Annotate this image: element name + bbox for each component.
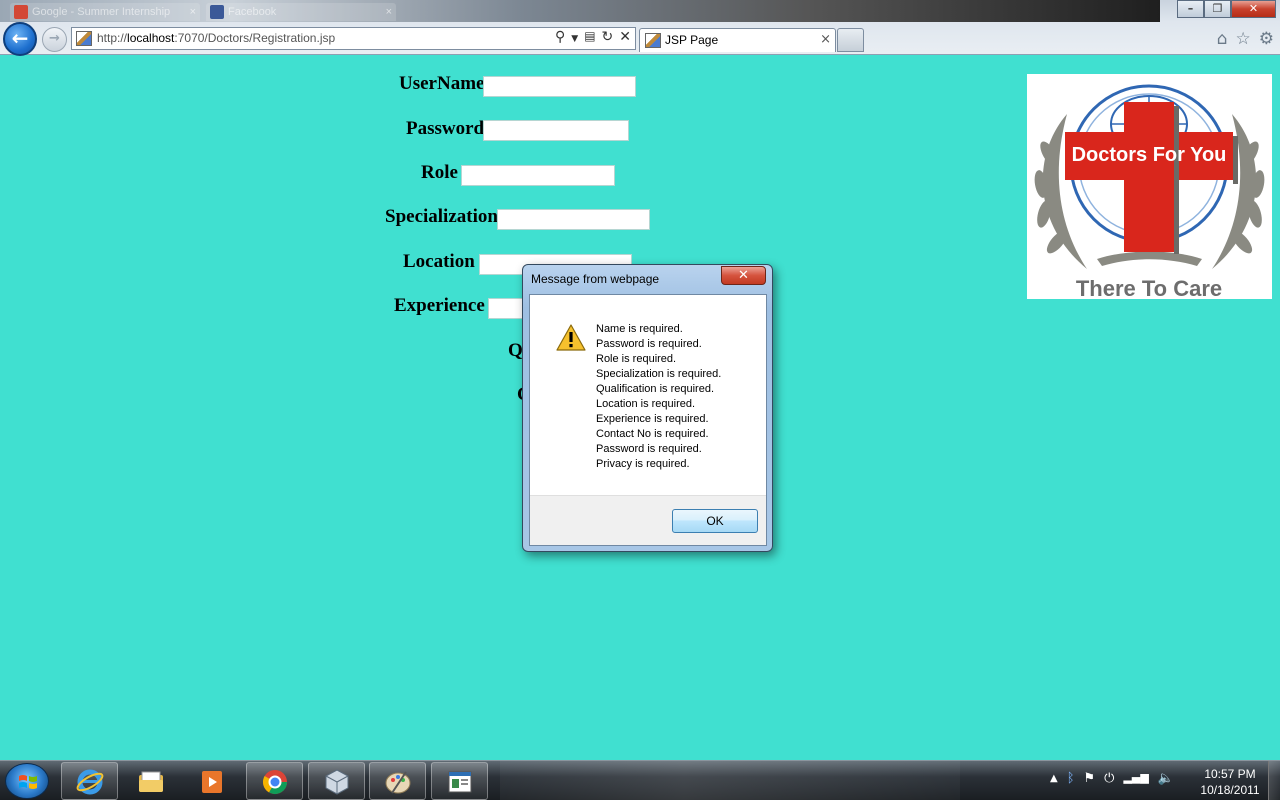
specialization-label: Specialization bbox=[385, 206, 498, 227]
clock[interactable]: 10:57 PM 10/18/2011 bbox=[1195, 766, 1265, 798]
qualification-label-partial: Q bbox=[508, 340, 523, 361]
maximize-button[interactable]: ❐ bbox=[1204, 0, 1231, 18]
background-tab-facebook[interactable]: Facebook × bbox=[206, 3, 396, 21]
volume-icon[interactable]: 🔈 bbox=[1158, 771, 1174, 787]
taskbar-paint[interactable] bbox=[369, 762, 426, 800]
taskbar-document-viewer[interactable] bbox=[431, 762, 488, 800]
close-icon[interactable]: × bbox=[386, 3, 392, 21]
facebook-favicon-icon bbox=[210, 5, 224, 19]
show-desktop-button[interactable] bbox=[1268, 761, 1280, 800]
experience-label: Experience bbox=[394, 295, 485, 316]
username-label: UserName bbox=[399, 73, 485, 94]
favorites-star-icon[interactable]: ☆ bbox=[1236, 29, 1251, 49]
role-label: Role bbox=[421, 162, 458, 183]
action-center-flag-icon[interactable]: ⚑ bbox=[1084, 771, 1096, 787]
window-controls: – ❐ ✕ bbox=[1177, 0, 1276, 18]
forward-button[interactable]: → bbox=[42, 27, 67, 52]
taskbar: ▲ ᛒ ⚑ ⏻ ▂▄▆ 🔈 10:57 PM 10/18/2011 bbox=[0, 760, 1280, 800]
browser-chrome: Google - Summer Internship × Facebook × … bbox=[0, 0, 1280, 56]
validation-message: Location is required. bbox=[596, 398, 696, 410]
page-favicon-icon bbox=[76, 31, 92, 46]
compatibility-view-icon[interactable]: ▤ bbox=[584, 29, 595, 49]
validation-message: Password is required. bbox=[596, 443, 702, 455]
address-bar[interactable]: http://localhost:7070/Doctors/Registrati… bbox=[71, 27, 636, 50]
background-tab-google[interactable]: Google - Summer Internship × bbox=[10, 3, 200, 21]
dialog-close-button[interactable]: ✕ bbox=[721, 266, 766, 285]
url-text[interactable]: http://localhost:7070/Doctors/Registrati… bbox=[97, 31, 335, 45]
specialization-input[interactable] bbox=[497, 209, 650, 230]
clock-date: 10/18/2011 bbox=[1200, 783, 1260, 797]
clock-time: 10:57 PM bbox=[1204, 767, 1256, 781]
new-tab-button[interactable] bbox=[837, 28, 864, 52]
alert-dialog: Message from webpage ✕ Name is required.… bbox=[522, 264, 773, 552]
role-input[interactable] bbox=[461, 165, 615, 186]
chrome-icon bbox=[262, 770, 287, 795]
close-icon[interactable]: × bbox=[190, 3, 196, 21]
refresh-icon[interactable]: ↻ bbox=[602, 29, 614, 49]
background-tab-label: Facebook bbox=[228, 6, 277, 18]
validation-message: Qualification is required. bbox=[596, 383, 715, 395]
warning-icon bbox=[556, 324, 586, 351]
validation-message: Name is required. bbox=[596, 323, 683, 335]
start-button[interactable] bbox=[5, 763, 49, 799]
validation-message: Role is required. bbox=[596, 353, 677, 365]
ok-button[interactable]: OK bbox=[672, 509, 758, 533]
stop-icon[interactable]: ✕ bbox=[619, 29, 631, 49]
gear-icon[interactable]: ⚙ bbox=[1259, 29, 1274, 49]
background-tab-label: Google - Summer Internship bbox=[32, 6, 171, 18]
taskbar-chrome[interactable] bbox=[246, 762, 303, 800]
password-label: Password bbox=[406, 118, 485, 139]
dialog-footer: OK bbox=[530, 495, 766, 545]
folder-icon bbox=[139, 771, 163, 792]
show-hidden-icons-icon[interactable]: ▲ bbox=[1050, 771, 1058, 787]
virtualbox-cube-icon bbox=[325, 769, 349, 795]
dialog-title: Message from webpage bbox=[531, 272, 660, 286]
bluetooth-icon[interactable]: ᛒ bbox=[1067, 771, 1075, 787]
media-player-icon bbox=[202, 771, 222, 793]
address-controls: ⚲ ▼ ▤ ↻ ✕ bbox=[555, 29, 631, 49]
home-icon[interactable]: ⌂ bbox=[1217, 29, 1228, 49]
browser-toolbar-icons: ⌂ ☆ ⚙ bbox=[1217, 29, 1274, 49]
validation-message-list: Name is required. Password is required. … bbox=[596, 322, 721, 472]
tab-jsp-page[interactable]: JSP Page × bbox=[639, 28, 836, 52]
network-signal-icon[interactable]: ▂▄▆ bbox=[1123, 771, 1148, 787]
taskbar-internet-explorer[interactable] bbox=[61, 762, 118, 800]
power-icon[interactable]: ⏻ bbox=[1104, 771, 1114, 787]
minimize-button[interactable]: – bbox=[1177, 0, 1204, 18]
page-favicon-icon bbox=[645, 33, 661, 48]
doctors-for-you-logo: Doctors For You There To Care bbox=[1027, 74, 1272, 299]
back-button[interactable]: ← bbox=[3, 22, 37, 56]
logo-name-text: Doctors For You bbox=[1072, 144, 1227, 166]
taskbar-windows-explorer[interactable] bbox=[122, 762, 179, 800]
google-favicon-icon bbox=[14, 5, 28, 19]
logo-graphic: Doctors For You There To Care bbox=[1034, 84, 1265, 299]
tab-close-icon[interactable]: × bbox=[820, 32, 831, 47]
password-input[interactable] bbox=[483, 120, 629, 141]
validation-message: Specialization is required. bbox=[596, 368, 722, 380]
background-tab-strip: Google - Summer Internship × Facebook × bbox=[0, 0, 1160, 22]
username-input[interactable] bbox=[483, 76, 636, 97]
paint-palette-icon bbox=[385, 771, 411, 794]
taskbar-empty-area bbox=[500, 761, 960, 800]
forward-arrow-icon: → bbox=[49, 31, 60, 46]
validation-message: Password is required. bbox=[596, 338, 702, 350]
taskbar-virtualbox[interactable] bbox=[308, 762, 365, 800]
dialog-body: Name is required. Password is required. … bbox=[529, 294, 767, 546]
location-label: Location bbox=[403, 251, 475, 272]
search-icon[interactable]: ⚲ bbox=[555, 29, 565, 49]
taskbar-media-player[interactable] bbox=[183, 762, 240, 800]
tab-label: JSP Page bbox=[665, 33, 719, 47]
logo-tagline-text: There To Care bbox=[1076, 276, 1222, 299]
validation-message: Experience is required. bbox=[596, 413, 709, 425]
system-tray: ▲ ᛒ ⚑ ⏻ ▂▄▆ 🔈 bbox=[1050, 771, 1174, 787]
validation-message: Privacy is required. bbox=[596, 458, 690, 470]
validation-message: Contact No is required. bbox=[596, 428, 709, 440]
back-arrow-icon: ← bbox=[11, 26, 29, 50]
dropdown-arrow-icon[interactable]: ▼ bbox=[571, 29, 578, 49]
internet-explorer-icon bbox=[76, 769, 104, 795]
window-close-button[interactable]: ✕ bbox=[1231, 0, 1276, 18]
document-viewer-icon bbox=[448, 771, 472, 793]
windows-logo-icon bbox=[19, 775, 37, 789]
